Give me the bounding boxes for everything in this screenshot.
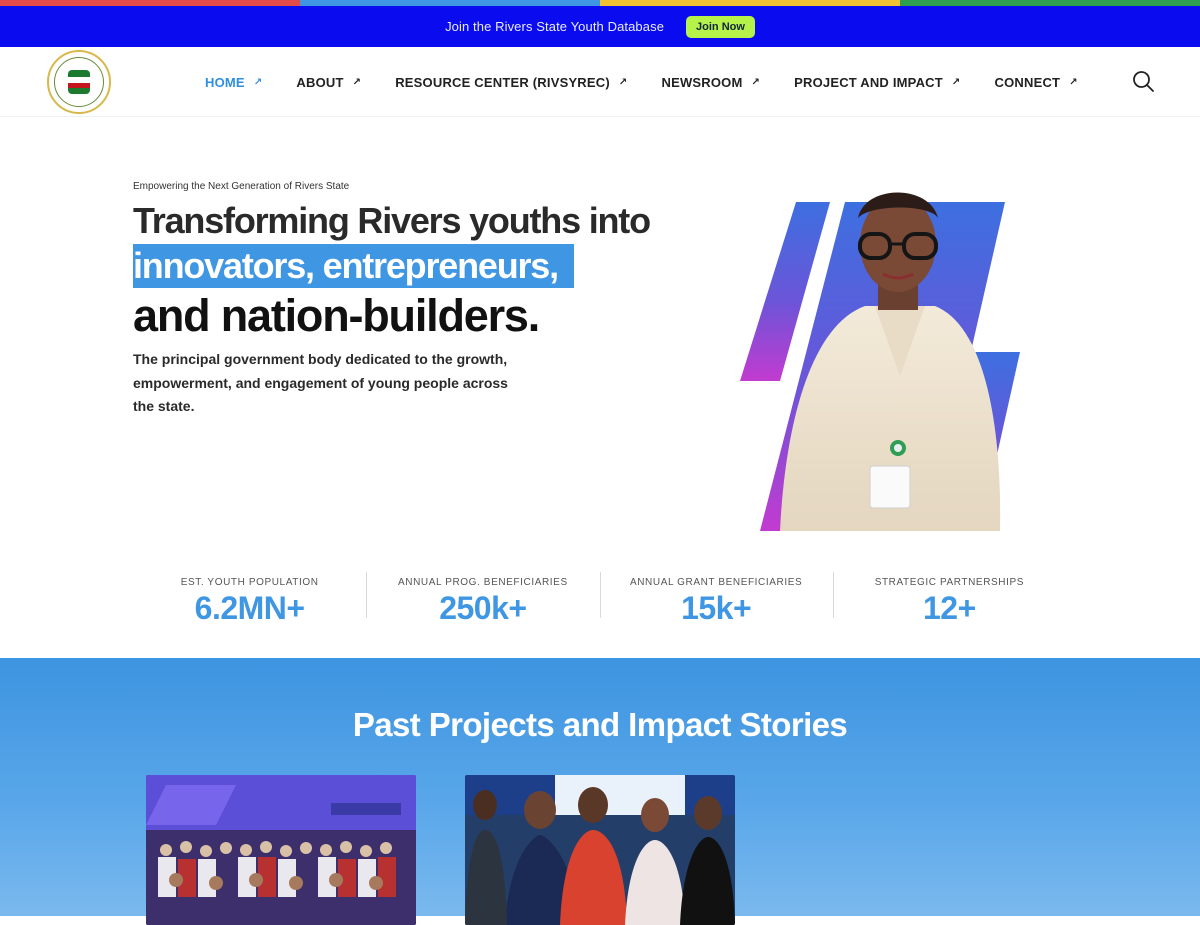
seal-ring <box>54 57 104 107</box>
external-arrow-icon: ↗ <box>751 76 761 88</box>
commissioner-portrait <box>740 192 1020 531</box>
stats-bar: EST. YOUTH POPULATION 6.2MN+ ANNUAL PROG… <box>133 570 1066 626</box>
hero-title-line-1: Transforming Rivers youths into <box>133 200 651 241</box>
stat-youth-population: EST. YOUTH POPULATION 6.2MN+ <box>133 570 366 626</box>
project-card-image[interactable] <box>465 775 735 925</box>
hero-eyebrow: Empowering the Next Generation of Rivers… <box>133 181 350 192</box>
stat-value: 6.2MN+ <box>194 590 305 626</box>
project-card-image[interactable] <box>146 775 416 925</box>
announcement-text: Join the Rivers State Youth Database <box>445 19 665 34</box>
stat-value: 12+ <box>922 590 976 626</box>
stat-value: 15k+ <box>681 590 752 626</box>
nav-item-label: HOME <box>205 74 245 90</box>
stat-program-beneficiaries: ANNUAL PROG. BENEFICIARIES 250k+ <box>366 570 599 626</box>
search-icon[interactable] <box>1131 69 1155 93</box>
nav-item-about[interactable]: ABOUT ↗ <box>296 75 361 90</box>
external-arrow-icon: ↗ <box>618 76 628 88</box>
stat-grant-beneficiaries: ANNUAL GRANT BENEFICIARIES 15k+ <box>599 570 833 626</box>
nav-item-newsroom[interactable]: NEWSROOM ↗ <box>661 75 760 90</box>
external-arrow-icon: ↗ <box>1069 76 1078 88</box>
nav-item-resource-center[interactable]: RESOURCE CENTER (RIVSYREC) ↗ <box>395 75 627 90</box>
nav-item-label: PROJECT AND IMPACT <box>794 74 943 90</box>
hero-description: The principal government body dedicated … <box>133 351 508 414</box>
nav-item-project-and-impact[interactable]: PROJECT AND IMPACT ↗ <box>794 75 960 90</box>
stat-label: STRATEGIC PARTNERSHIPS <box>874 577 1025 588</box>
external-arrow-icon: ↗ <box>352 76 362 88</box>
stat-strategic-partnerships: STRATEGIC PARTNERSHIPS 12+ <box>832 570 1066 626</box>
stat-label: EST. YOUTH POPULATION <box>180 577 319 588</box>
nav-menu: HOME ↗ ABOUT ↗ RESOURCE CENTER (RIVSYREC… <box>205 47 1078 117</box>
projects-heading: Past Projects and Impact Stories <box>352 706 848 743</box>
hero-title-line-3: and nation-builders. <box>133 290 540 341</box>
external-arrow-icon: ↗ <box>951 76 961 88</box>
ministry-seal-logo[interactable] <box>47 50 111 114</box>
stat-label: ANNUAL GRANT BENEFICIARIES <box>629 577 803 588</box>
nav-item-label: NEWSROOM <box>661 74 743 90</box>
nav-item-connect[interactable]: CONNECT ↗ <box>995 75 1078 90</box>
external-arrow-icon: ↗ <box>253 76 263 88</box>
hero-title: Transforming Rivers youths into innovato… <box>133 200 651 342</box>
main-navigation: HOME ↗ ABOUT ↗ RESOURCE CENTER (RIVSYREC… <box>0 47 1200 117</box>
stat-label: ANNUAL PROG. BENEFICIARIES <box>398 577 568 588</box>
announcement-bar: Join the Rivers State Youth Database Joi… <box>0 6 1200 47</box>
stat-value: 250k+ <box>439 590 527 626</box>
join-now-button[interactable]: Join Now <box>686 15 755 38</box>
nav-item-home[interactable]: HOME ↗ <box>205 75 262 90</box>
hero-title-line-2-highlight: innovators, entrepreneurs, <box>133 244 574 288</box>
projects-section: Past Projects and Impact Stories <box>0 658 1200 925</box>
nav-item-label: CONNECT <box>994 74 1061 90</box>
coat-of-arms-icon <box>68 70 90 94</box>
nav-item-label: RESOURCE CENTER (RIVSYREC) <box>395 74 610 90</box>
nav-item-label: ABOUT <box>296 74 344 90</box>
